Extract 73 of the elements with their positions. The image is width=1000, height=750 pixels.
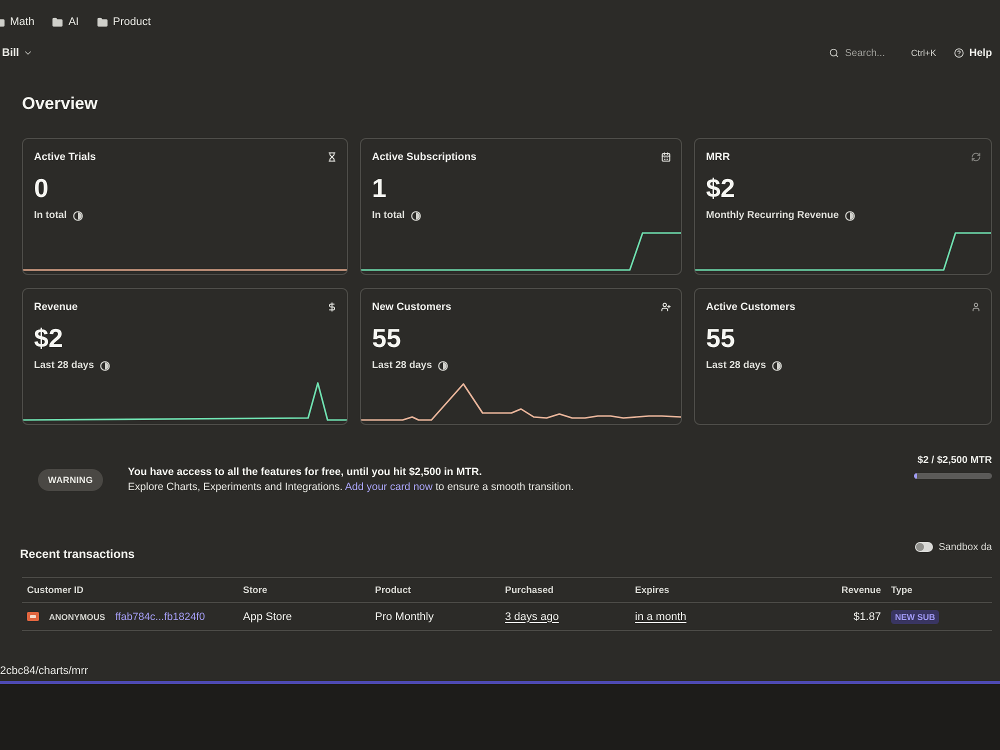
shortcut-hint: Ctrl+K — [910, 48, 936, 58]
folder-icon — [96, 16, 108, 28]
card-value: 1 — [371, 172, 388, 201]
column-header: Customer ID — [27, 584, 84, 596]
card-value: $2 — [705, 172, 736, 201]
calendar-icon — [661, 152, 671, 162]
search-icon — [828, 48, 839, 58]
card-title: Active Subscriptions — [372, 151, 476, 163]
bookmark-link[interactable]: Math — [0, 16, 34, 28]
card-caption: Monthly Recurring Revenue — [706, 210, 839, 221]
card-caption: In total — [34, 210, 67, 221]
half-filled-circle-icon — [410, 210, 421, 220]
help-button[interactable]: Help — [954, 47, 992, 59]
card-value: 55 — [705, 322, 736, 351]
dollar-icon — [327, 302, 337, 312]
add-card-link[interactable]: Add your card now — [345, 481, 433, 493]
customer-label: ANONYMOUS — [49, 612, 106, 622]
warning-text: Explore Charts, Experiments and Integrations. Add your card now to ensure a smooth transition. — [128, 480, 574, 495]
user-plus-icon — [661, 302, 671, 312]
toggle-label: Sandbox da — [938, 542, 992, 552]
table-cell: in a month — [635, 610, 686, 622]
stat-card[interactable]: Active Subscriptions 1 In total — [360, 138, 682, 275]
half-filled-circle-icon — [844, 210, 855, 220]
card-title: MRR — [706, 151, 730, 163]
customer-id-link[interactable]: ffab784c...fb1824f0 — [115, 610, 205, 622]
card-caption: Last 28 days — [372, 360, 432, 371]
card-caption: In total — [372, 210, 405, 221]
column-header: Purchased — [505, 584, 554, 596]
card-title: Revenue — [34, 301, 78, 313]
column-header: Store — [243, 584, 268, 596]
card-caption: Last 28 days — [706, 360, 766, 371]
table-cell: $1.87 — [853, 610, 881, 622]
warning-tag: WARNING — [38, 469, 103, 491]
column-header: Revenue — [841, 584, 881, 596]
subscription-type-tag: NEW SUB — [891, 610, 940, 624]
stat-card[interactable]: Active Customers 55 Last 28 days — [694, 288, 992, 425]
column-header: Type — [890, 584, 912, 596]
flag-icon — [27, 612, 39, 621]
usage-label: $2 / $2,500 MTR — [918, 455, 992, 466]
sandbox-toggle[interactable] — [914, 542, 933, 552]
refresh-icon — [971, 152, 981, 162]
card-title: Active Trials — [34, 151, 96, 163]
table-cell: 3 days ago — [505, 610, 559, 622]
user-icon — [971, 302, 981, 312]
stat-card[interactable]: MRR $2 Monthly Recurring Revenue — [694, 138, 992, 275]
table-cell: Pro Monthly — [375, 610, 434, 622]
stat-card[interactable]: Revenue $2 Last 28 days — [22, 288, 348, 425]
warning-headline: You have access to all the features for free, until you hit $2,500 in MTR. — [128, 465, 483, 480]
hourglass-icon — [327, 152, 337, 162]
project-switcher[interactable]: Bill — [0, 47, 36, 59]
card-value: 0 — [33, 172, 50, 201]
section-title: Recent transactions — [20, 547, 135, 561]
bookmark-link[interactable]: AI — [52, 16, 79, 28]
bookmark-link[interactable]: Product — [96, 16, 151, 28]
page-title: Overview — [22, 94, 99, 114]
card-value: $2 — [33, 322, 64, 351]
stat-card[interactable]: New Customers 55 Last 28 days — [360, 288, 682, 425]
card-caption: Last 28 days — [34, 360, 94, 371]
half-filled-circle-icon — [100, 360, 110, 370]
card-title: Active Customers — [706, 301, 796, 313]
card-title: New Customers — [372, 301, 452, 313]
card-value: 55 — [371, 322, 402, 351]
half-filled-circle-icon — [72, 210, 83, 220]
folder-icon — [52, 16, 64, 28]
half-filled-circle-icon — [438, 360, 448, 370]
status-url: 2cbc84/charts/mrr — [0, 665, 88, 677]
column-header: Expires — [635, 584, 670, 596]
half-filled-circle-icon — [772, 360, 782, 370]
search-input[interactable]: Search... — [844, 48, 901, 58]
stat-card[interactable]: Active Trials 0 In total — [22, 138, 348, 275]
column-header: Product — [375, 584, 411, 596]
question-icon — [954, 48, 964, 58]
table-cell: App Store — [243, 610, 292, 622]
